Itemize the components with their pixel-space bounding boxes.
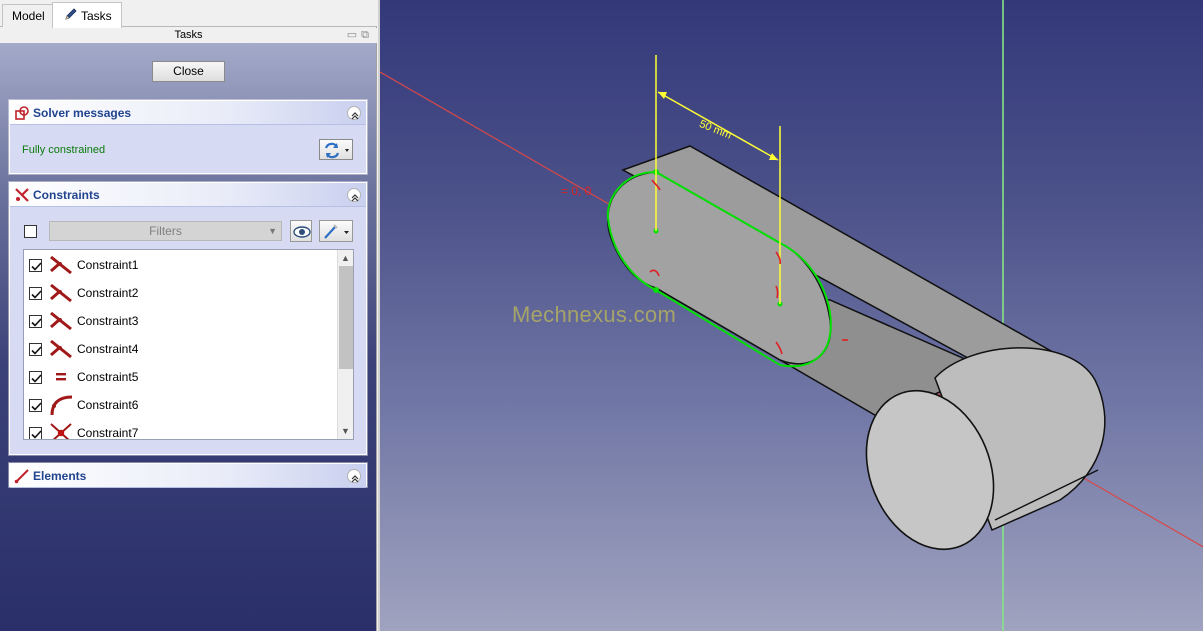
elements-panel: Elements: [9, 463, 367, 488]
tab-model[interactable]: Model: [2, 4, 55, 27]
perpendicular-constraint-icon: [48, 338, 74, 363]
elements-header[interactable]: Elements: [10, 464, 366, 488]
constraint-label: Constraint1: [77, 258, 139, 272]
scroll-down-icon[interactable]: ▼: [341, 426, 350, 436]
perpendicular-constraint-icon: [48, 282, 74, 307]
perpendicular-constraint-icon: [48, 254, 74, 279]
collapse-icon[interactable]: [347, 188, 361, 202]
scroll-up-icon[interactable]: ▲: [341, 253, 350, 263]
solver-messages-panel: Solver messages Fully constrained: [9, 100, 367, 174]
close-button[interactable]: Close: [152, 61, 225, 82]
elements-icon: [14, 468, 30, 492]
combo-view-panel: Model Tasks Tasks ▭⧉ Close Solver messag…: [0, 0, 377, 631]
solver-icon: [14, 105, 30, 129]
tangent-constraint-icon: [48, 394, 74, 419]
filters-dropdown[interactable]: Filters ▼: [49, 221, 282, 241]
constraints-panel: Constraints Filters ▼ Constraint1 Constr…: [9, 182, 367, 455]
list-item[interactable]: Constraint4: [24, 334, 334, 362]
wand-icon: [324, 224, 338, 239]
constraint-label: Constraint2: [77, 286, 139, 300]
chevron-down-icon: ▼: [268, 226, 277, 236]
constraints-title: Constraints: [33, 188, 100, 202]
select-all-checkbox[interactable]: [24, 225, 37, 238]
extruded-solid: [607, 145, 1106, 551]
collapse-icon[interactable]: [347, 106, 361, 120]
solver-status: Fully constrained: [22, 144, 106, 156]
scrollbar[interactable]: ▲ ▼: [337, 250, 353, 439]
list-item[interactable]: Constraint7: [24, 418, 334, 440]
list-item[interactable]: Constraint2: [24, 278, 334, 306]
solver-messages-title: Solver messages: [33, 106, 132, 120]
constraint-label: Constraint6: [77, 398, 139, 412]
close-panel-icon[interactable]: ⧉: [361, 29, 373, 41]
settings-button[interactable]: [319, 220, 353, 242]
elements-title: Elements: [33, 469, 87, 483]
list-item[interactable]: Constraint5: [24, 362, 334, 390]
collapse-icon[interactable]: [347, 469, 361, 483]
item-checkbox[interactable]: [29, 287, 42, 300]
item-checkbox[interactable]: [29, 427, 42, 439]
solver-messages-header[interactable]: Solver messages: [10, 101, 366, 125]
item-checkbox[interactable]: [29, 399, 42, 412]
list-item[interactable]: Constraint3: [24, 306, 334, 334]
refresh-icon: [324, 142, 340, 159]
list-item[interactable]: Constraint1: [24, 250, 334, 278]
symmetric-constraint-icon: [48, 422, 74, 439]
float-panel-icon[interactable]: ▭: [347, 29, 361, 41]
constraint-label: Constraint7: [77, 426, 139, 440]
constraint-label: Constraint3: [77, 314, 139, 328]
perpendicular-constraint-icon: [48, 310, 74, 335]
constraints-icon: [14, 187, 30, 211]
list-item[interactable]: Constraint6: [24, 390, 334, 418]
constraint-label: Constraint5: [77, 370, 139, 384]
item-checkbox[interactable]: [29, 259, 42, 272]
filters-label: Filters: [149, 224, 182, 238]
equal-constraint-icon: [48, 366, 74, 391]
watermark: Mechnexus.com: [512, 302, 677, 327]
3d-viewport[interactable]: 50 mm = 0, 0 Mechnexus.com: [378, 0, 1203, 631]
angle-label: = 0, 0: [561, 184, 592, 198]
item-checkbox[interactable]: [29, 315, 42, 328]
constraints-header[interactable]: Constraints: [10, 183, 366, 207]
pencil-icon: [64, 4, 78, 30]
tab-bar: Model Tasks: [0, 0, 377, 28]
refresh-button[interactable]: [319, 139, 353, 160]
tab-tasks-label: Tasks: [81, 9, 112, 23]
visibility-button[interactable]: [290, 220, 312, 242]
task-area: Close Solver messages Fully constrained: [0, 43, 376, 631]
eye-icon: [293, 226, 311, 238]
scroll-thumb[interactable]: [339, 266, 353, 369]
item-checkbox[interactable]: [29, 343, 42, 356]
tasks-header: Tasks ▭⧉: [0, 28, 377, 43]
constraint-list[interactable]: Constraint1 Constraint2 Constraint3 Constra…: [23, 249, 354, 440]
item-checkbox[interactable]: [29, 371, 42, 384]
tasks-header-title: Tasks: [174, 29, 203, 41]
tab-tasks[interactable]: Tasks: [52, 2, 122, 28]
constraint-label: Constraint4: [77, 342, 139, 356]
